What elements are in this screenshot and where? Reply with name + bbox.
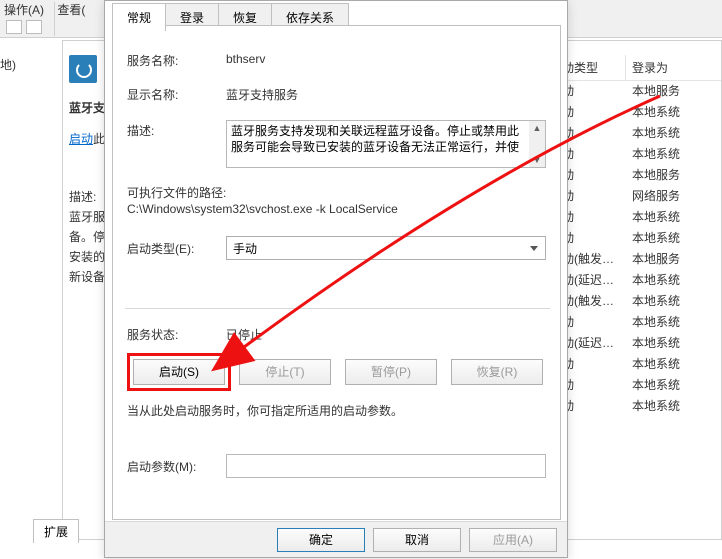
toolbar-icon-1[interactable] <box>6 20 22 34</box>
table-row[interactable]: 动本地系统 <box>556 144 721 165</box>
start-param-input[interactable] <box>226 454 546 478</box>
startup-type-combo[interactable]: 手动 <box>226 236 546 260</box>
cell-logon-as: 本地系统 <box>626 333 721 354</box>
table-row[interactable]: 动(延迟…本地系统 <box>556 270 721 291</box>
table-row[interactable]: 动本地系统 <box>556 102 721 123</box>
startup-type-value: 手动 <box>233 242 257 256</box>
table-row[interactable]: 动本地系统 <box>556 312 721 333</box>
table-row[interactable]: 动本地系统 <box>556 123 721 144</box>
ok-button[interactable]: 确定 <box>277 528 365 552</box>
cell-logon-as: 本地系统 <box>626 207 721 228</box>
resume-button: 恢复(R) <box>451 359 543 385</box>
description-scrollbar[interactable]: ▲ ▼ <box>529 121 545 167</box>
list-header: 动类型 登录为 <box>556 55 721 81</box>
list-rows: 动本地服务动本地系统动本地系统动本地系统动本地服务动网络服务动本地系统动本地系统… <box>556 81 721 417</box>
apply-button: 应用(A) <box>469 528 557 552</box>
col-logon-as[interactable]: 登录为 <box>626 55 721 81</box>
start-param-label: 启动参数(M): <box>127 458 196 475</box>
cell-logon-as: 本地服务 <box>626 165 721 186</box>
table-row[interactable]: 动本地系统 <box>556 228 721 249</box>
display-name-label: 显示名称: <box>127 86 178 103</box>
cell-logon-as: 本地系统 <box>626 354 721 375</box>
cell-logon-as: 本地系统 <box>626 270 721 291</box>
tab-general[interactable]: 常规 <box>112 3 166 31</box>
cell-logon-as: 本地系统 <box>626 228 721 249</box>
cell-logon-as: 本地系统 <box>626 123 721 144</box>
startup-type-label: 启动类型(E): <box>127 240 194 257</box>
cell-logon-as: 本地系统 <box>626 102 721 123</box>
table-row[interactable]: 动(延迟…本地系统 <box>556 333 721 354</box>
table-row[interactable]: 动本地服务 <box>556 81 721 102</box>
scroll-up-icon[interactable]: ▲ <box>533 121 542 135</box>
cell-logon-as: 本地系统 <box>626 396 721 417</box>
cell-logon-as: 本地系统 <box>626 375 721 396</box>
cell-logon-as: 本地系统 <box>626 291 721 312</box>
tab-panel-general: 服务名称: bthserv 显示名称: 蓝牙支持服务 描述: 蓝牙服务支持发现和… <box>112 25 561 520</box>
start-link[interactable]: 启动 <box>69 132 93 146</box>
table-row[interactable]: 动本地系统 <box>556 396 721 417</box>
cell-logon-as: 网络服务 <box>626 186 721 207</box>
description-label: 描述: <box>127 122 154 139</box>
bg-desc-line: 描述: <box>69 187 109 207</box>
description-text: 蓝牙服务支持发现和关联远程蓝牙设备。停止或禁用此服务可能会导致已安装的蓝牙设备无… <box>231 124 519 154</box>
stop-button: 停止(T) <box>239 359 331 385</box>
service-properties-dialog: 常规 登录 恢复 依存关系 服务名称: bthserv 显示名称: 蓝牙支持服务… <box>104 0 568 558</box>
toolbar-separator <box>54 2 55 36</box>
bg-desc-line: 安装的 <box>69 247 109 267</box>
service-title: 蓝牙支 <box>69 99 109 116</box>
cancel-button[interactable]: 取消 <box>373 528 461 552</box>
pause-button: 暂停(P) <box>345 359 437 385</box>
cell-logon-as: 本地系统 <box>626 312 721 333</box>
table-row[interactable]: 动本地系统 <box>556 354 721 375</box>
exe-path-label: 可执行文件的路径: <box>127 184 226 201</box>
cell-logon-as: 本地服务 <box>626 81 721 102</box>
separator-1 <box>125 308 550 309</box>
cell-logon-as: 本地系统 <box>626 144 721 165</box>
cell-logon-as: 本地服务 <box>626 249 721 270</box>
scroll-down-icon[interactable]: ▼ <box>533 153 542 167</box>
table-row[interactable]: 动本地系统 <box>556 375 721 396</box>
left-tree-stub: 地) <box>0 56 18 73</box>
service-status-value: 已停止 <box>226 326 262 343</box>
table-row[interactable]: 动(触发…本地系统 <box>556 291 721 312</box>
bg-desc-line: 备。停 <box>69 227 109 247</box>
description-textbox[interactable]: 蓝牙服务支持发现和关联远程蓝牙设备。停止或禁用此服务可能会导致已安装的蓝牙设备无… <box>226 120 546 168</box>
service-name-label: 服务名称: <box>127 52 178 69</box>
toolbar-icon-2[interactable] <box>26 20 42 34</box>
display-name-value: 蓝牙支持服务 <box>226 86 298 103</box>
dialog-button-bar: 确定 取消 应用(A) <box>105 521 567 557</box>
tab-extended[interactable]: 扩展 <box>33 519 79 543</box>
table-row[interactable]: 动本地系统 <box>556 207 721 228</box>
table-row[interactable]: 动(触发…本地服务 <box>556 249 721 270</box>
service-status-label: 服务状态: <box>127 326 178 343</box>
start-button[interactable]: 启动(S) <box>133 359 225 385</box>
bg-desc-line: 蓝牙服 <box>69 207 109 227</box>
start-hint: 当从此处启动服务时，你可指定所适用的启动参数。 <box>127 402 547 419</box>
menu-action[interactable]: 操作(A) <box>4 3 44 17</box>
service-name-value: bthserv <box>226 52 265 66</box>
exe-path-value: C:\Windows\system32\svchost.exe -k Local… <box>127 202 398 216</box>
table-row[interactable]: 动本地服务 <box>556 165 721 186</box>
bg-desc-line: 新设备 <box>69 267 109 287</box>
table-row[interactable]: 动网络服务 <box>556 186 721 207</box>
refresh-icon[interactable] <box>69 55 97 83</box>
menu-view[interactable]: 查看( <box>57 3 85 17</box>
